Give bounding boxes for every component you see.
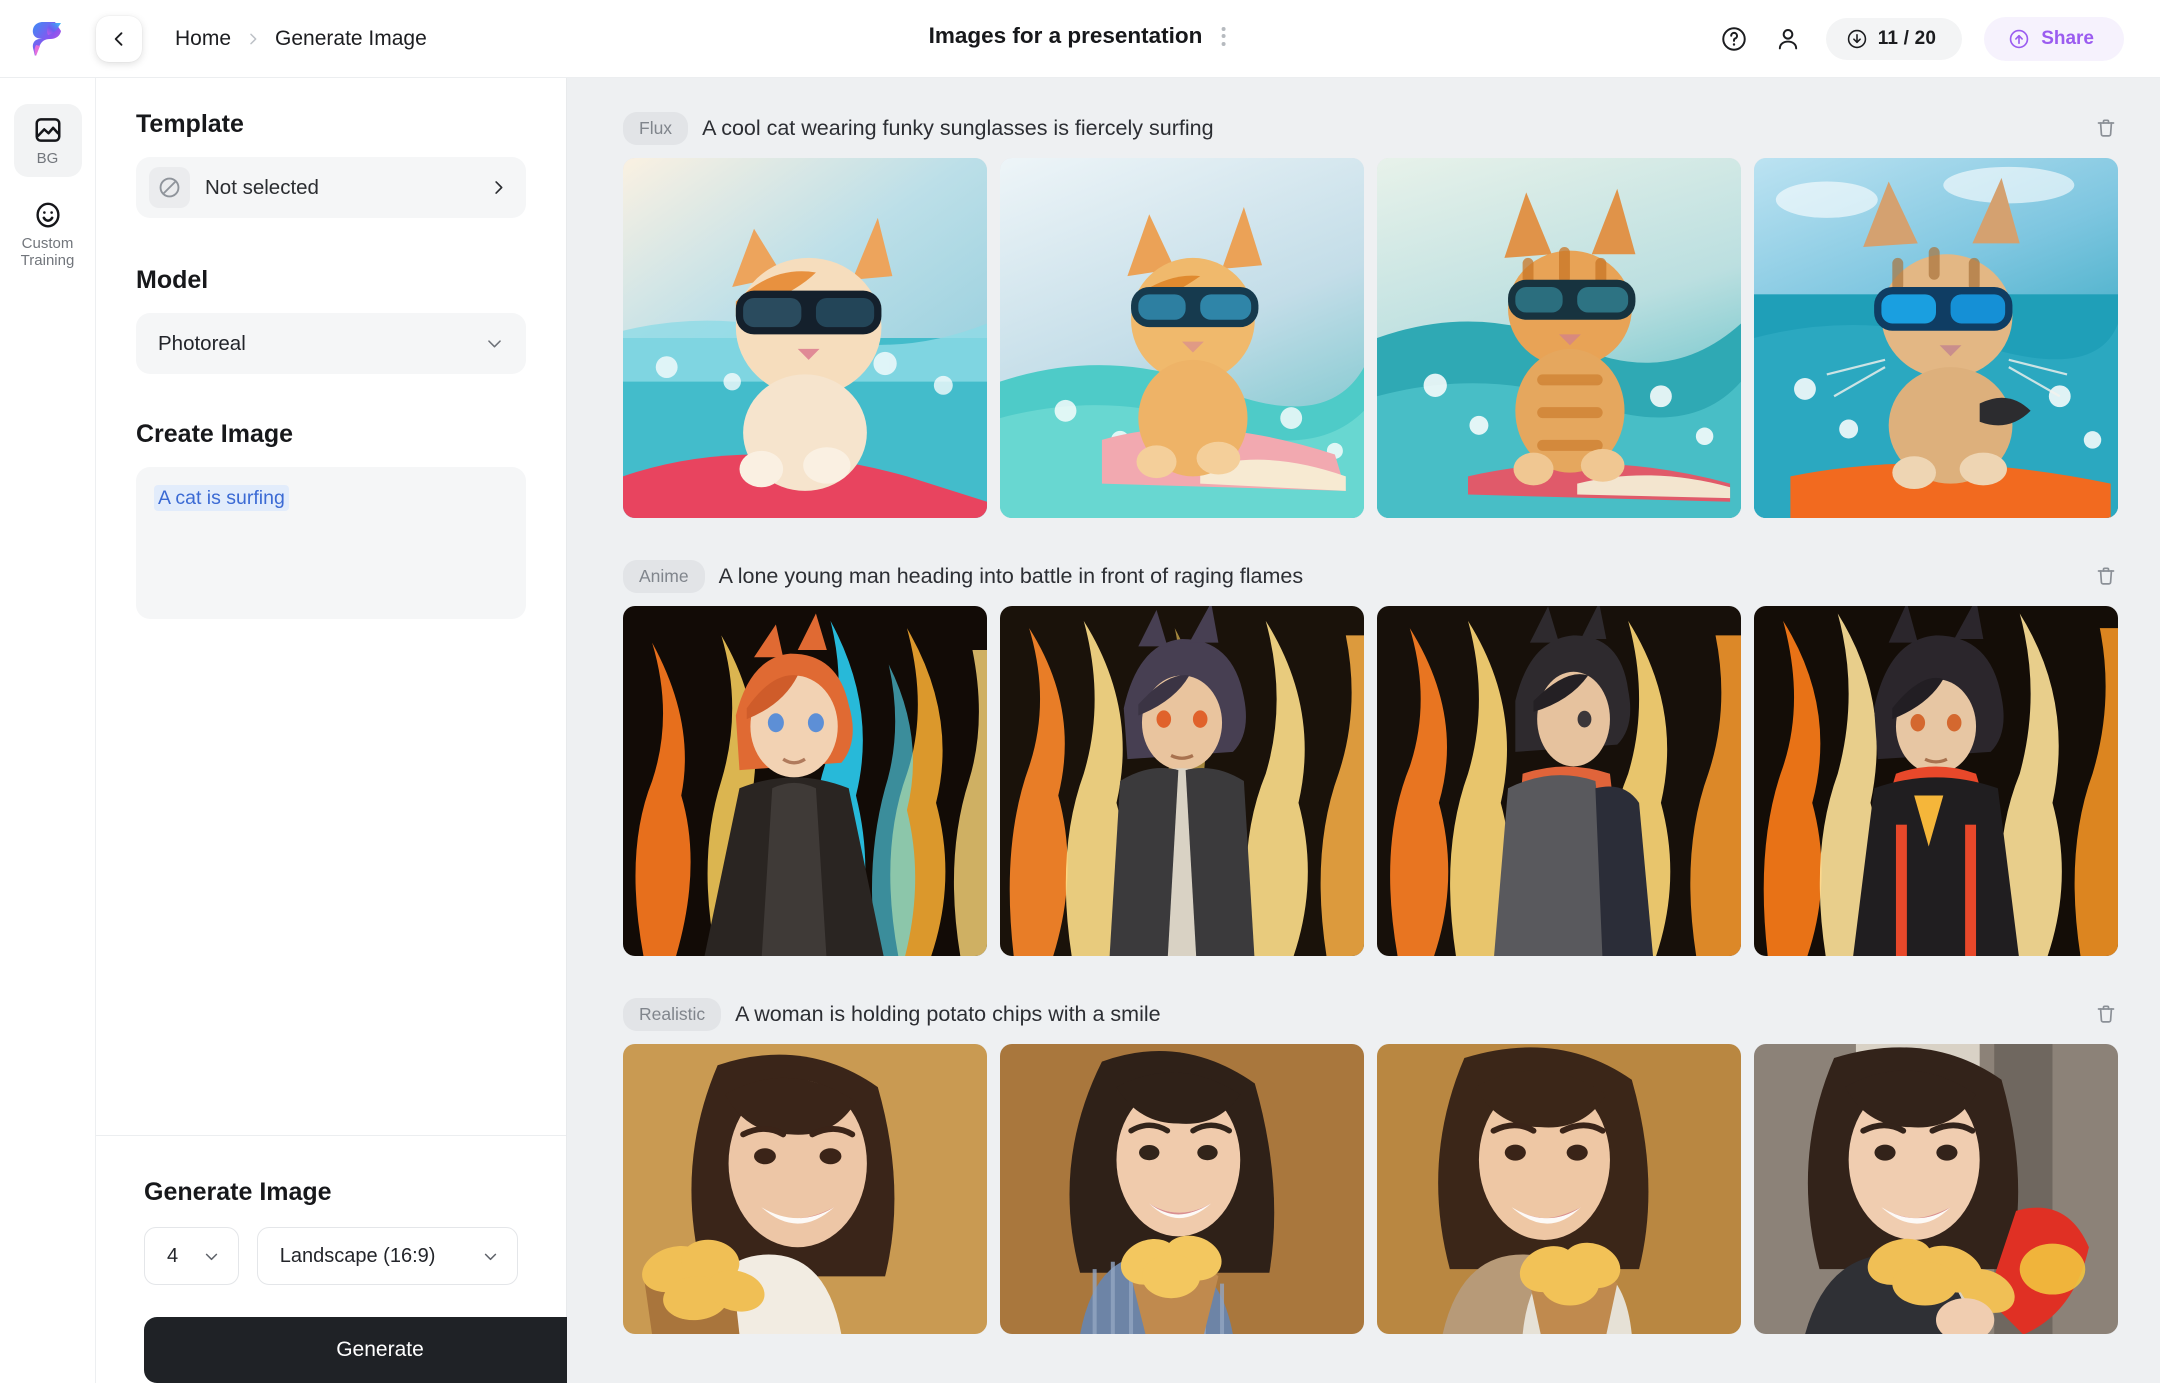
generate-button[interactable]: Generate: [144, 1317, 616, 1383]
chevron-right-icon: [245, 31, 261, 47]
template-section: Template Not selected: [96, 110, 566, 218]
result-row-prompt: A lone young man heading into battle in …: [718, 563, 1304, 588]
result-image[interactable]: [1377, 606, 1741, 956]
result-thumbnails: [567, 600, 2160, 956]
kebab-menu-icon[interactable]: [1215, 23, 1231, 50]
row-spacer: [567, 518, 2160, 552]
result-image[interactable]: [1000, 158, 1364, 518]
rail-item-custom-training[interactable]: Custom Training: [14, 189, 82, 279]
aspect-ratio-value: Landscape (16:9): [279, 1244, 436, 1267]
result-row: Anime A lone young man heading into batt…: [567, 552, 2160, 956]
prompt-text: A cat is surfing: [154, 485, 289, 511]
model-select[interactable]: Photoreal: [136, 313, 526, 374]
sparkle-logo-icon: [32, 21, 61, 56]
trash-icon: [2097, 567, 2115, 585]
chevron-down-icon: [485, 334, 504, 353]
delete-row-button[interactable]: [2094, 116, 2118, 140]
generate-button-label: Generate: [336, 1338, 424, 1361]
result-image[interactable]: [1754, 606, 2118, 956]
top-bar-actions: 11 / 20 Share: [1718, 16, 2160, 61]
template-selector[interactable]: Not selected: [136, 157, 526, 218]
breadcrumb-item-home[interactable]: Home: [175, 27, 231, 51]
result-thumbnails: [567, 152, 2160, 518]
result-row: Flux A cool cat wearing funky sunglasses…: [567, 104, 2160, 518]
document-title-group: Images for a presentation: [929, 23, 1232, 50]
result-row-badge: Flux: [623, 111, 689, 145]
share-label: Share: [2041, 27, 2094, 49]
template-value: Not selected: [205, 175, 319, 199]
result-image[interactable]: [1000, 1044, 1364, 1334]
image-count-select[interactable]: 4: [144, 1227, 239, 1285]
result-image[interactable]: [623, 158, 987, 518]
trash-icon: [2097, 1005, 2115, 1023]
rail-item-custom-training-label-1: Custom: [21, 235, 74, 252]
model-value: Photoreal: [158, 331, 246, 355]
create-image-title: Create Image: [136, 420, 294, 448]
result-image[interactable]: [623, 606, 987, 956]
credits-badge[interactable]: 11 / 20: [1825, 17, 1963, 60]
download-circle-icon: [1847, 29, 1866, 48]
results-area: Flux A cool cat wearing funky sunglasses…: [567, 78, 2160, 1383]
model-title: Model: [136, 266, 209, 294]
result-image[interactable]: [623, 1044, 987, 1334]
result-row: Realistic A woman is holding potato chip…: [567, 990, 2160, 1334]
result-row-badge: Realistic: [623, 997, 722, 1031]
rail-item-bg[interactable]: BG: [13, 104, 82, 177]
generate-section: Generate Image 4 Landscape (16:9) Genera…: [96, 1135, 616, 1383]
smiley-face-icon: [35, 202, 60, 228]
delete-row-button[interactable]: [2094, 1002, 2118, 1026]
rail-item-custom-training-label-2: Training: [20, 252, 75, 269]
chevron-right-icon: [489, 178, 508, 197]
credits-label: 11 / 20: [1877, 27, 1937, 49]
result-image[interactable]: [1754, 1044, 2118, 1334]
result-row-badge: Anime: [623, 559, 705, 593]
model-section: Model Photoreal: [96, 266, 566, 374]
row-spacer: [567, 956, 2160, 990]
no-entry-icon: [149, 167, 190, 208]
account-button[interactable]: [1772, 23, 1804, 55]
image-icon: [35, 118, 60, 142]
create-image-section: Create Image A cat is surfing: [96, 420, 566, 619]
prompt-input[interactable]: A cat is surfing: [136, 467, 526, 619]
chevron-left-icon: [114, 31, 123, 46]
result-image[interactable]: [1000, 606, 1364, 956]
breadcrumb: Home Generate Image: [175, 27, 427, 51]
image-count-value: 4: [167, 1244, 179, 1267]
chevron-down-icon: [482, 1248, 499, 1265]
share-button[interactable]: Share: [1984, 16, 2124, 61]
result-row-header: Realistic A woman is holding potato chip…: [567, 990, 2160, 1038]
result-row-prompt: A woman is holding potato chips with a s…: [735, 1001, 1161, 1026]
help-button[interactable]: [1718, 23, 1750, 55]
brand-logo[interactable]: [0, 21, 96, 57]
rail-item-bg-label: BG: [36, 150, 59, 167]
app-root: Home Generate Image Images for a present…: [0, 0, 2160, 1383]
result-row-header: Flux A cool cat wearing funky sunglasses…: [567, 104, 2160, 152]
result-image[interactable]: [1377, 1044, 1741, 1334]
body: BG Custom Training Template Not selected…: [0, 78, 2160, 1383]
delete-row-button[interactable]: [2094, 564, 2118, 588]
aspect-ratio-select[interactable]: Landscape (16:9): [256, 1227, 518, 1285]
back-button[interactable]: [96, 15, 142, 62]
template-title: Template: [136, 110, 244, 138]
trash-icon: [2097, 119, 2115, 137]
result-row-header: Anime A lone young man heading into batt…: [567, 552, 2160, 600]
tool-rail: BG Custom Training: [0, 78, 96, 1383]
page-title: Images for a presentation: [928, 23, 1203, 48]
result-thumbnails: [567, 1038, 2160, 1334]
panel-scroll: Template Not selected Model Photoreal Cr…: [96, 78, 566, 1135]
top-bar: Home Generate Image Images for a present…: [0, 0, 2160, 78]
chevron-down-icon: [203, 1248, 220, 1265]
question-circle-icon: [1721, 26, 1746, 51]
upload-circle-icon: [2009, 29, 2029, 48]
generate-section-title: Generate Image: [144, 1178, 332, 1206]
result-image[interactable]: [1377, 158, 1741, 518]
result-image[interactable]: [1754, 158, 2118, 518]
user-icon: [1778, 28, 1797, 49]
left-panel: Template Not selected Model Photoreal Cr…: [96, 78, 616, 1383]
breadcrumb-item-generate-image[interactable]: Generate Image: [275, 27, 427, 51]
result-row-prompt: A cool cat wearing funky sunglasses is f…: [702, 115, 1214, 140]
generate-controls: 4 Landscape (16:9): [144, 1227, 518, 1285]
